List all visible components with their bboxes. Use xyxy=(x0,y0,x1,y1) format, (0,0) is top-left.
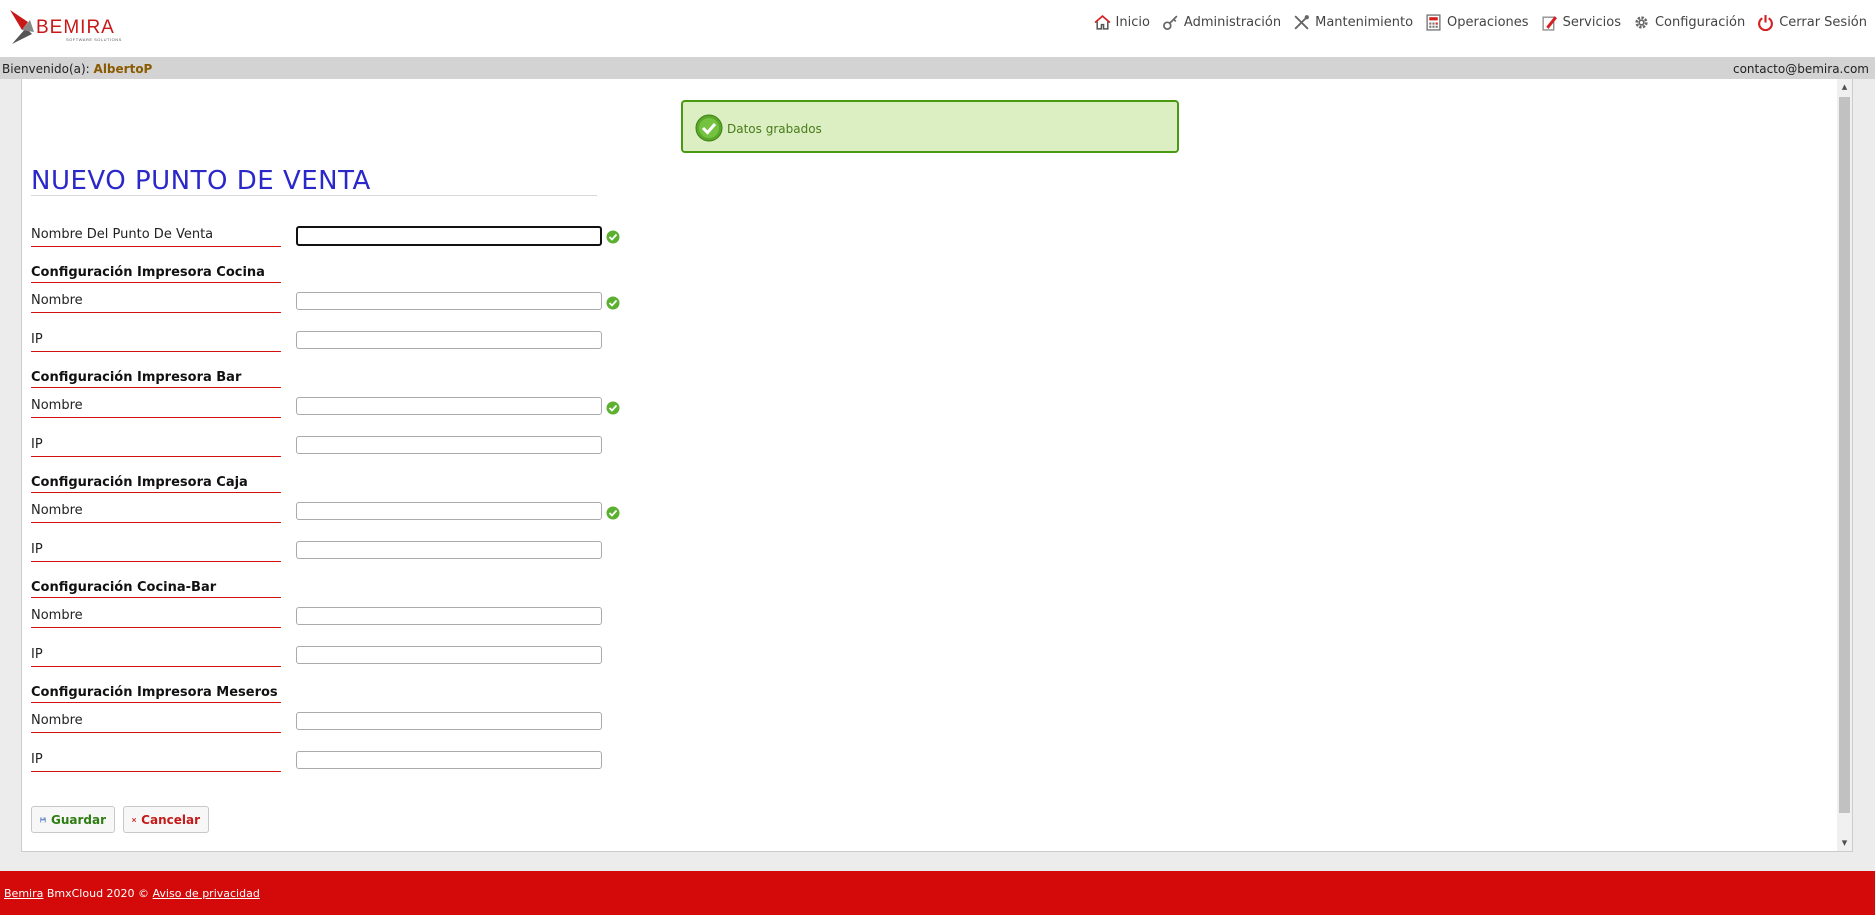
welcome-bar: Bienvenido(a): AlbertoP contacto@bemira.… xyxy=(0,57,1875,79)
meseros-name-input[interactable] xyxy=(296,712,602,730)
nav-mantenimiento[interactable]: Mantenimiento xyxy=(1293,14,1413,31)
bar-ip-input[interactable] xyxy=(296,436,602,454)
success-alert: Datos grabados xyxy=(681,100,1179,153)
nav-administracion-label: Administración xyxy=(1183,15,1282,30)
meseros-ip-label: IP xyxy=(31,752,281,772)
footer-product: BmxCloud 2020 © xyxy=(46,887,150,900)
section-caja-title: Configuración Impresora Caja xyxy=(31,475,281,493)
gear-icon xyxy=(1635,16,1648,29)
cancel-button[interactable]: Cancelar xyxy=(123,806,209,833)
pos-name-input[interactable] xyxy=(296,226,602,246)
privacy-notice-link[interactable]: Aviso de privacidad xyxy=(153,887,260,900)
bar-name-label: Nombre xyxy=(31,398,281,418)
nav-servicios[interactable]: Servicios xyxy=(1541,14,1621,31)
page-title: NUEVO PUNTO DE VENTA xyxy=(31,166,371,196)
section-cocina-bar-title: Configuración Cocina-Bar xyxy=(31,580,281,598)
save-button[interactable]: Guardar xyxy=(31,806,115,833)
edit-icon xyxy=(1542,16,1557,31)
svg-text:SOFTWARE SOLUTIONS: SOFTWARE SOLUTIONS xyxy=(66,37,122,42)
scrollbar-thumb[interactable] xyxy=(1839,97,1850,813)
close-icon xyxy=(132,817,137,822)
bemira-logo[interactable]: BEMIRA SOFTWARE SOLUTIONS xyxy=(8,6,138,48)
content-frame: Datos grabados NUEVO PUNTO DE VENTA Nomb… xyxy=(21,79,1853,852)
caja-ip-input[interactable] xyxy=(296,541,602,559)
bar-name-input[interactable] xyxy=(296,397,602,415)
welcome-prefix: Bienvenido(a): xyxy=(2,62,90,76)
main-nav: Inicio Administración Mantenimiento Oper… xyxy=(1094,14,1867,31)
floppy-disk-icon xyxy=(40,816,46,823)
home-icon xyxy=(1094,15,1111,30)
footer-text: Bemira BmxCloud 2020 © Aviso de privacid… xyxy=(4,887,260,900)
nav-inicio-label: Inicio xyxy=(1115,15,1150,30)
cocina-bar-name-input[interactable] xyxy=(296,607,602,625)
nav-configuracion-label: Configuración xyxy=(1654,15,1746,30)
vertical-scrollbar[interactable]: ▴ ▾ xyxy=(1837,79,1852,851)
cocina-name-input[interactable] xyxy=(296,292,602,310)
valid-check-icon xyxy=(606,506,620,520)
svg-text:BEMIRA: BEMIRA xyxy=(36,17,115,38)
alert-message: Datos grabados xyxy=(727,122,822,136)
valid-check-icon xyxy=(606,296,620,310)
section-meseros-title: Configuración Impresora Meseros xyxy=(31,685,281,703)
nav-administracion[interactable]: Administración xyxy=(1162,14,1281,31)
nav-cerrar-sesion-label: Cerrar Sesión xyxy=(1779,15,1867,30)
meseros-name-label: Nombre xyxy=(31,713,281,733)
title-divider xyxy=(31,195,597,196)
section-cocina-title: Configuración Impresora Cocina xyxy=(31,265,281,283)
welcome-text: Bienvenido(a): AlbertoP xyxy=(2,62,152,76)
save-button-label: Guardar xyxy=(50,812,106,827)
tools-icon xyxy=(1294,15,1310,30)
power-icon xyxy=(1758,15,1774,31)
valid-check-icon xyxy=(606,401,620,415)
footer: Bemira BmxCloud 2020 © Aviso de privacid… xyxy=(0,871,1875,915)
key-icon xyxy=(1162,15,1178,30)
cocina-ip-label: IP xyxy=(31,332,281,352)
nav-operaciones-label: Operaciones xyxy=(1447,15,1529,30)
nav-inicio[interactable]: Inicio xyxy=(1094,14,1150,31)
caja-ip-label: IP xyxy=(31,542,281,562)
pos-name-label: Nombre Del Punto De Venta xyxy=(31,227,281,247)
nav-servicios-label: Servicios xyxy=(1562,15,1621,30)
cancel-button-label: Cancelar xyxy=(141,812,200,827)
nav-mantenimiento-label: Mantenimiento xyxy=(1315,15,1414,30)
footer-company-link[interactable]: Bemira xyxy=(4,887,43,900)
check-circle-icon xyxy=(695,114,723,142)
calculator-icon xyxy=(1426,14,1441,31)
bar-ip-label: IP xyxy=(31,437,281,457)
section-bar-title: Configuración Impresora Bar xyxy=(31,370,281,388)
contact-email: contacto@bemira.com xyxy=(1732,62,1869,76)
cocina-name-label: Nombre xyxy=(31,293,281,313)
cocina-ip-input[interactable] xyxy=(296,331,602,349)
caja-name-input[interactable] xyxy=(296,502,602,520)
cocina-bar-ip-input[interactable] xyxy=(296,646,602,664)
cocina-bar-ip-label: IP xyxy=(31,647,281,667)
valid-check-icon xyxy=(606,230,620,244)
nav-configuracion[interactable]: Configuración xyxy=(1633,14,1745,31)
cocina-bar-name-label: Nombre xyxy=(31,608,281,628)
scroll-down-arrow-icon[interactable]: ▾ xyxy=(1837,835,1852,851)
welcome-user: AlbertoP xyxy=(93,62,153,76)
caja-name-label: Nombre xyxy=(31,503,281,523)
nav-operaciones[interactable]: Operaciones xyxy=(1425,14,1529,31)
scroll-up-arrow-icon[interactable]: ▴ xyxy=(1837,79,1852,95)
top-header: BEMIRA SOFTWARE SOLUTIONS Inicio Adminis… xyxy=(0,0,1875,57)
nav-cerrar-sesion[interactable]: Cerrar Sesión xyxy=(1757,14,1867,31)
meseros-ip-input[interactable] xyxy=(296,751,602,769)
